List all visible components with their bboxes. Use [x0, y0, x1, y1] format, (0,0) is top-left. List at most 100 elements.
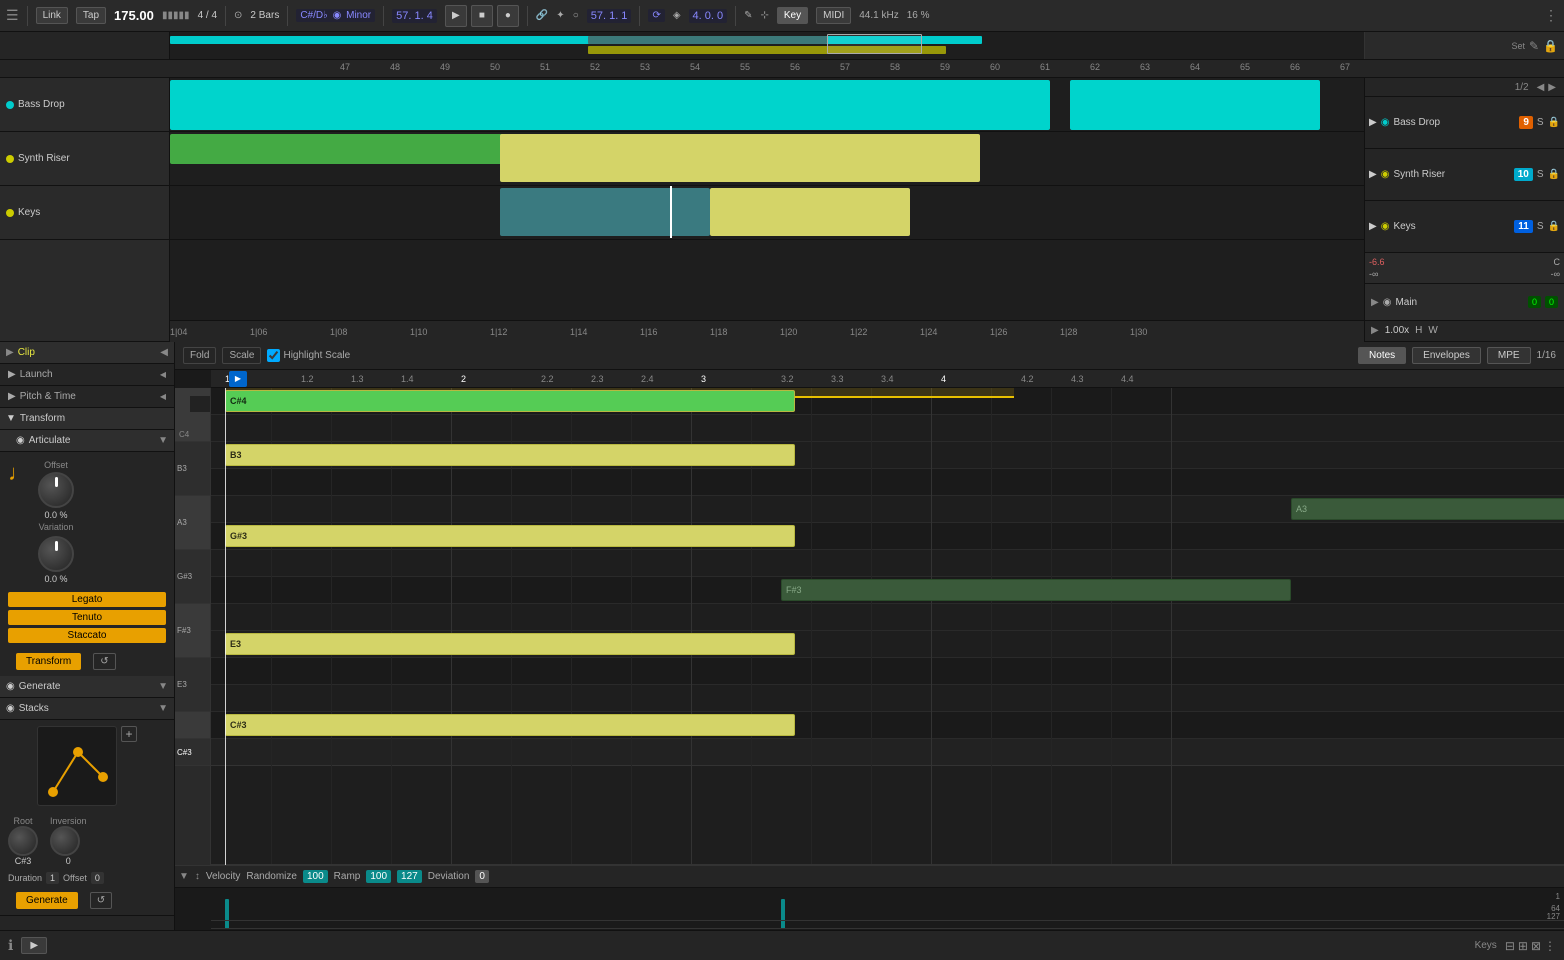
key-fs3-area[interactable]: F#3 [175, 604, 210, 658]
tenuto-button[interactable]: Tenuto [8, 610, 166, 625]
note-b3[interactable]: B3 [225, 444, 795, 466]
note-a3-right[interactable]: A3 [1291, 498, 1564, 520]
link-button[interactable]: Link [36, 7, 68, 24]
stacks-add-button[interactable]: + [121, 726, 137, 742]
rp-synth-number: 10 [1514, 168, 1533, 181]
tab-mpe[interactable]: MPE [1487, 347, 1531, 364]
rp-bass-play[interactable]: ▶ [1369, 117, 1377, 128]
vel-collapse-btn[interactable]: ▼ [179, 871, 189, 882]
key-e3-area[interactable]: E3 [175, 658, 210, 712]
nav-back-icon[interactable]: ◀ [1537, 82, 1545, 93]
root-value: C#3 [8, 856, 38, 866]
stacks-header[interactable]: ◉ Stacks ▼ [0, 698, 174, 720]
fold-button[interactable]: Fold [183, 347, 216, 364]
highlight-checkbox[interactable] [267, 349, 280, 362]
rp-keys-s[interactable]: S [1537, 221, 1544, 232]
hw-w[interactable]: W [1428, 325, 1437, 336]
bpm-display[interactable]: 175.00 [114, 8, 154, 23]
velocity-area: ▼ ↕ Velocity Randomize 100 Ramp 100 127 … [175, 865, 1564, 930]
key-button[interactable]: Key [777, 7, 808, 24]
punch-icon[interactable]: ✦ [556, 10, 564, 21]
minimap-content[interactable] [170, 32, 1364, 59]
refresh-button[interactable]: ↺ [93, 653, 115, 670]
scale-button[interactable]: Scale [222, 347, 261, 364]
transform-button[interactable]: Transform [16, 653, 81, 670]
bottom-icon-4[interactable]: ⋮ [1544, 939, 1556, 953]
inversion-knob[interactable] [50, 826, 80, 856]
key-c3-area[interactable]: C#3 [175, 739, 210, 766]
bottom-icon-2[interactable]: ⊞ [1518, 939, 1528, 953]
right-panel-synth-riser: ▶ ◉ Synth Riser 10 S 🔒 [1365, 149, 1564, 201]
pitch-time-row[interactable]: ▶ Pitch & Time ◀ [0, 386, 174, 408]
key-b3[interactable]: B3 [175, 442, 210, 496]
extra-icon2[interactable]: ◈ [673, 10, 681, 21]
bottom-icon-3[interactable]: ⊠ [1531, 939, 1541, 953]
articulate-header[interactable]: ◉ Articulate ▼ [0, 430, 174, 452]
legato-button[interactable]: Legato [8, 592, 166, 607]
rp-synth-play[interactable]: ▶ [1369, 169, 1377, 180]
key-gs3-area[interactable]: G#3 [175, 550, 210, 604]
loop-button[interactable]: 🔗 [536, 10, 548, 21]
launch-row[interactable]: ▶ Launch ◀ [0, 364, 174, 386]
rp-bass-s[interactable]: S [1537, 117, 1544, 128]
tab-envelopes[interactable]: Envelopes [1412, 347, 1481, 364]
midi-button[interactable]: MIDI [816, 7, 851, 24]
staccato-button[interactable]: Staccato [8, 628, 166, 643]
main-play[interactable]: ▶ [1371, 297, 1379, 308]
note-cs3[interactable]: C#3 [225, 714, 795, 736]
rp-keys-play[interactable]: ▶ [1369, 221, 1377, 232]
clip-keys-teal[interactable] [500, 188, 710, 236]
variation-label: Variation [39, 522, 74, 532]
set-lock-icon[interactable]: 🔒 [1543, 39, 1558, 53]
time-sig[interactable]: 4 / 4 [198, 10, 217, 21]
generate-button[interactable]: Generate [16, 892, 78, 909]
rp-synth-s[interactable]: S [1537, 169, 1544, 180]
loop-icon[interactable]: ⟳ [648, 9, 664, 22]
hw-h[interactable]: H [1415, 325, 1422, 336]
tab-notes[interactable]: Notes [1358, 347, 1406, 364]
generate-refresh-button[interactable]: ↺ [90, 892, 112, 909]
play-button[interactable]: ▶ [445, 5, 467, 27]
clip-bass-drop-2[interactable] [1070, 80, 1320, 130]
stop-button[interactable]: ■ [471, 5, 493, 27]
clip-keys-yellow[interactable] [710, 188, 910, 236]
note-cs4[interactable]: C#4 [225, 390, 795, 412]
note-cs4-label: C#4 [230, 396, 247, 406]
key-cs4-black[interactable] [190, 396, 210, 412]
bars-display[interactable]: 2 Bars [250, 10, 279, 21]
note-fs3[interactable]: F#3 [781, 579, 1291, 601]
ruler-51: 51 [540, 62, 550, 72]
clip-synth-riser-main[interactable] [500, 134, 980, 182]
rp-synth-lock[interactable]: 🔒 [1548, 169, 1560, 180]
rp-keys-lock[interactable]: 🔒 [1548, 221, 1560, 232]
transform-header[interactable]: ▼ Transform [0, 408, 174, 430]
info-icon[interactable]: ℹ [8, 937, 13, 954]
pencil-icon[interactable]: ✎ [744, 10, 752, 21]
key-as3-area[interactable]: A3 [175, 496, 210, 550]
note-gs3[interactable]: G#3 [225, 525, 795, 547]
play-bottom-btn[interactable]: ▶ [21, 937, 47, 954]
root-knob[interactable] [8, 826, 38, 856]
clip-label-1: Clip [18, 347, 35, 358]
select-icon[interactable]: ⊹ [761, 10, 769, 21]
metronome-icon[interactable]: ⊙ [234, 10, 242, 21]
nav-fwd-icon[interactable]: ▶ [1548, 82, 1556, 93]
offset-knob[interactable] [38, 472, 74, 508]
hamburger-icon[interactable]: ☰ [6, 7, 19, 24]
record-button[interactable]: ● [497, 5, 519, 27]
set-edit-icon[interactable]: ✎ [1529, 39, 1539, 53]
clip-section-1[interactable]: ▶ Clip ◀ [0, 342, 174, 364]
key-scale-display[interactable]: C#/D♭ ◉ Minor [296, 9, 375, 22]
rp-bass-lock[interactable]: 🔒 [1548, 117, 1560, 128]
generate-header[interactable]: ◉ Generate ▼ [0, 676, 174, 698]
clip-synth-1[interactable] [170, 134, 550, 164]
rp-synth-icon: ◉ [1381, 169, 1390, 180]
pr-grid[interactable]: C#4 B3 A3 G#3 [211, 388, 1564, 865]
tap-button[interactable]: Tap [76, 7, 106, 24]
bottom-icon-1[interactable]: ⊟ [1505, 939, 1515, 953]
note-e3[interactable]: E3 [225, 633, 795, 655]
variation-knob[interactable] [38, 536, 74, 572]
extra-icon[interactable]: ○ [573, 10, 579, 21]
key-ds3-area[interactable] [175, 712, 210, 739]
clip-bass-drop-main[interactable] [170, 80, 1050, 130]
